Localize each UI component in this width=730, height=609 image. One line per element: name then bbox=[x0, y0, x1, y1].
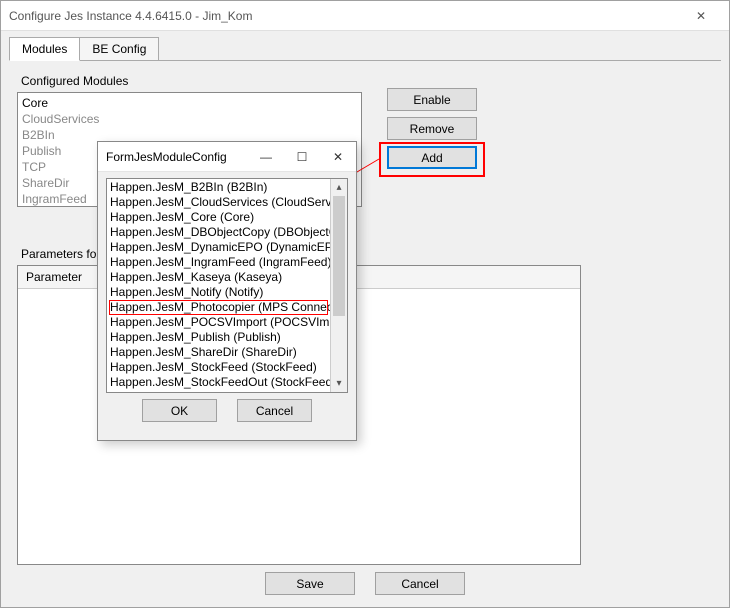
add-button[interactable]: Add bbox=[387, 146, 477, 169]
list-item[interactable]: Happen.JesM_ShareDir (ShareDir) bbox=[109, 345, 328, 360]
save-button[interactable]: Save bbox=[265, 572, 355, 595]
maximize-icon[interactable]: ☐ bbox=[292, 150, 312, 164]
modal-cancel-button[interactable]: Cancel bbox=[237, 399, 312, 422]
module-config-dialog: FormJesModuleConfig — ☐ ✕ Happen.JesM_B2… bbox=[97, 141, 357, 441]
scroll-thumb[interactable] bbox=[333, 196, 345, 316]
modal-title: FormJesModuleConfig bbox=[106, 150, 256, 164]
modal-footer-buttons: OK Cancel bbox=[98, 399, 356, 422]
scroll-down-icon[interactable]: ▾ bbox=[331, 375, 347, 392]
modal-system-buttons: — ☐ ✕ bbox=[256, 150, 348, 164]
module-item[interactable]: Core bbox=[22, 95, 357, 111]
tab-strip: Modules BE Config bbox=[1, 31, 729, 61]
list-item[interactable]: Happen.JesM_Notify (Notify) bbox=[109, 285, 328, 300]
list-item[interactable]: Happen.JesM_StockFeedOut (StockFeedOut) bbox=[109, 375, 328, 390]
cancel-button[interactable]: Cancel bbox=[375, 572, 465, 595]
enable-button[interactable]: Enable bbox=[387, 88, 477, 111]
scrollbar[interactable]: ▴ ▾ bbox=[330, 179, 347, 392]
module-select-list[interactable]: Happen.JesM_B2BIn (B2BIn) Happen.JesM_Cl… bbox=[107, 179, 330, 392]
list-item[interactable]: Happen.JesM_POCSVImport (POCSVImport) bbox=[109, 315, 328, 330]
list-item[interactable]: Happen.JesM_StockFeed (StockFeed) bbox=[109, 360, 328, 375]
modal-titlebar: FormJesModuleConfig — ☐ ✕ bbox=[98, 142, 356, 172]
list-item[interactable]: Happen.JesM_CloudServices (CloudServices… bbox=[109, 195, 328, 210]
tab-modules[interactable]: Modules bbox=[9, 37, 80, 61]
scroll-up-icon[interactable]: ▴ bbox=[331, 179, 347, 196]
module-action-buttons: Enable Remove Add bbox=[387, 88, 477, 169]
tab-underline bbox=[9, 60, 721, 61]
close-icon[interactable]: ✕ bbox=[328, 150, 348, 164]
ok-button[interactable]: OK bbox=[142, 399, 217, 422]
main-window: Configure Jes Instance 4.4.6415.0 - Jim_… bbox=[0, 0, 730, 608]
dialog-footer-buttons: Save Cancel bbox=[1, 572, 729, 595]
list-item[interactable]: Happen.JesM_Core (Core) bbox=[109, 210, 328, 225]
module-item[interactable]: CloudServices bbox=[22, 111, 357, 127]
titlebar: Configure Jes Instance 4.4.6415.0 - Jim_… bbox=[1, 1, 729, 31]
close-icon[interactable]: ✕ bbox=[681, 1, 721, 31]
list-item[interactable]: Happen.JesM_IngramFeed (IngramFeed) bbox=[109, 255, 328, 270]
module-select-list-wrap: Happen.JesM_B2BIn (B2BIn) Happen.JesM_Cl… bbox=[106, 178, 348, 393]
list-item[interactable]: Happen.JesM_DBObjectCopy (DBObjectCopy) bbox=[109, 225, 328, 240]
list-item[interactable]: Happen.JesM_TCP (TCP) bbox=[109, 390, 328, 392]
list-item[interactable]: Happen.JesM_Publish (Publish) bbox=[109, 330, 328, 345]
configured-modules-label: Configured Modules bbox=[21, 74, 713, 88]
minimize-icon[interactable]: — bbox=[256, 150, 276, 164]
list-item[interactable]: Happen.JesM_B2BIn (B2BIn) bbox=[109, 180, 328, 195]
tab-be-config[interactable]: BE Config bbox=[79, 37, 159, 61]
list-item[interactable]: Happen.JesM_Kaseya (Kaseya) bbox=[109, 270, 328, 285]
window-title: Configure Jes Instance 4.4.6415.0 - Jim_… bbox=[9, 9, 681, 23]
list-item[interactable]: Happen.JesM_DynamicEPO (DynamicEPO) bbox=[109, 240, 328, 255]
remove-button[interactable]: Remove bbox=[387, 117, 477, 140]
list-item-selected[interactable]: Happen.JesM_Photocopier (MPS Connectors) bbox=[109, 300, 328, 315]
